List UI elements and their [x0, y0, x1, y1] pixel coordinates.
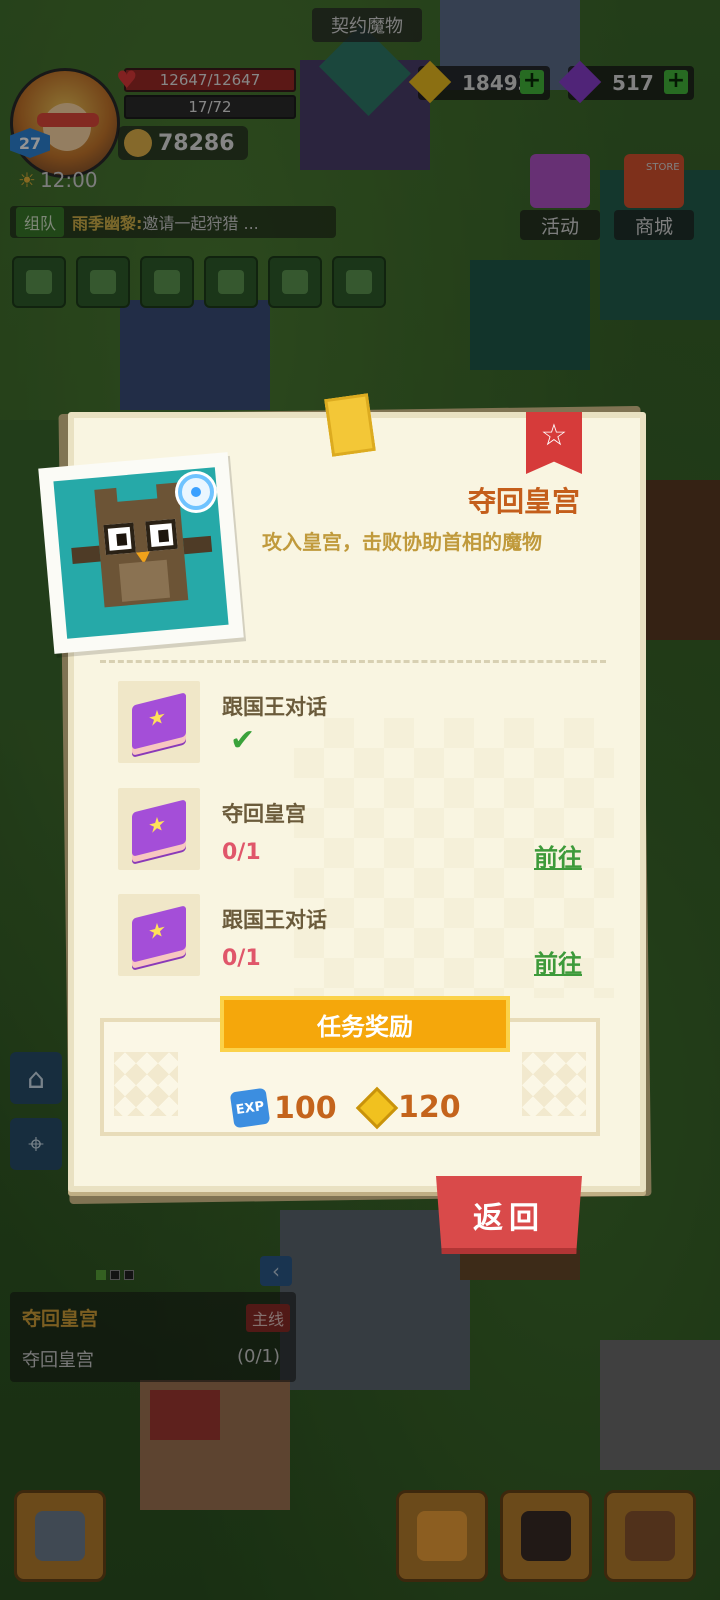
task-progress: 0/1 [222, 946, 261, 971]
book-star-icon: ★ [148, 810, 166, 839]
task-item: ★ 夺回皇宫 0/1 前往 [118, 788, 608, 872]
owl-belly [118, 559, 171, 602]
task-icon-frame: ★ [118, 681, 200, 763]
back-button[interactable]: 返回 [436, 1176, 582, 1254]
book-star-icon: ★ [148, 703, 166, 732]
go-to-task-link[interactable]: 前往 [534, 944, 582, 979]
tape-decoration [324, 393, 376, 457]
owl-eye [145, 518, 178, 552]
target-marker-icon [178, 474, 214, 510]
owl-ear [156, 482, 180, 503]
task-name: 跟国王对话 [222, 695, 327, 719]
checkmark-icon: ✔ [230, 723, 256, 758]
task-item: ★ 跟国王对话 ✔ [118, 681, 608, 765]
star-icon: ☆ [540, 418, 568, 453]
owl-ear [94, 487, 118, 508]
exp-amount: 100 [274, 1090, 337, 1126]
owl-monster-image [71, 482, 213, 608]
reward-header: 任务奖励 [220, 996, 510, 1052]
spellbook-icon: ★ [132, 905, 186, 963]
exp-reward: EXP 100 [229, 1087, 337, 1129]
gold-reward: 120 [355, 1086, 461, 1129]
spellbook-icon: ★ [132, 692, 186, 750]
book-star-icon: ★ [148, 916, 166, 945]
task-name: 夺回皇宫 [222, 802, 306, 826]
gold-coin-icon [355, 1086, 399, 1129]
task-icon-frame: ★ [118, 894, 200, 976]
reward-pattern [114, 1052, 178, 1116]
owl-wing [182, 535, 213, 555]
go-to-task-link[interactable]: 前往 [534, 838, 582, 873]
exp-icon: EXP [229, 1087, 271, 1129]
spellbook-icon: ★ [132, 799, 186, 857]
quest-portrait [38, 452, 244, 654]
owl-wing [71, 545, 101, 564]
quest-description: 攻入皇宫，击败协助首相的魔物 [262, 530, 542, 554]
reward-pattern [522, 1052, 586, 1116]
quest-title: 夺回皇宫 [467, 485, 580, 518]
task-progress: 0/1 [222, 840, 261, 865]
task-item: ★ 跟国王对话 0/1 前往 [118, 894, 608, 978]
dashed-divider [100, 660, 606, 663]
task-name: 跟国王对话 [222, 908, 327, 932]
gold-reward-amount: 120 [398, 1090, 461, 1125]
owl-eye [103, 522, 136, 556]
task-icon-frame: ★ [118, 788, 200, 870]
